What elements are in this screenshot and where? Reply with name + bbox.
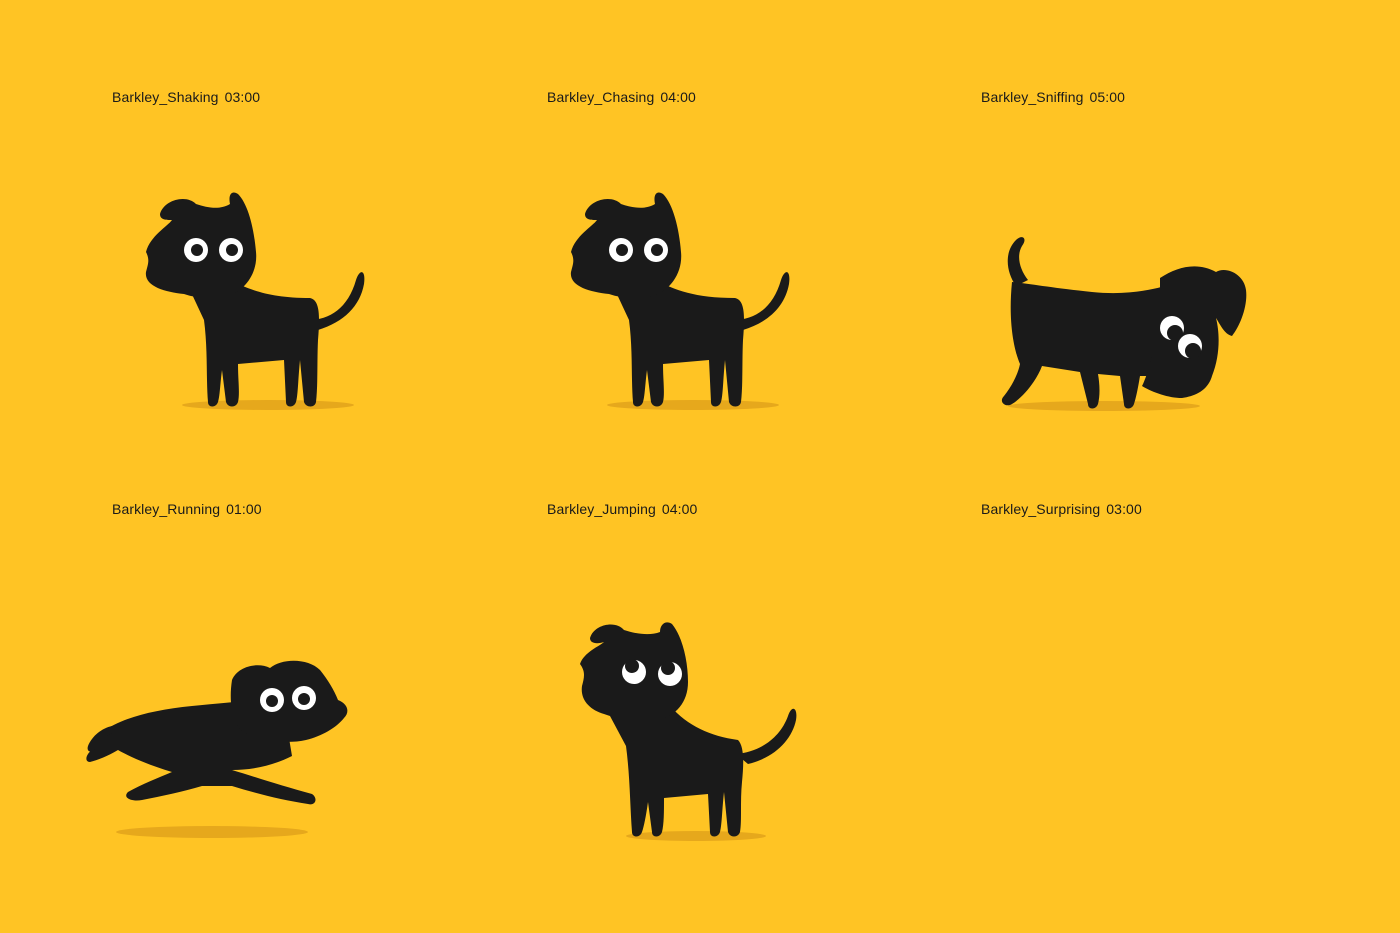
animation-duration: 01:00 — [226, 501, 262, 517]
animation-card-shaking[interactable]: Barkley_Shaking 03:00 — [0, 0, 466, 466]
animation-card-sniffing[interactable]: Barkley_Sniffing 05:00 — [932, 0, 1400, 466]
ground-shadow — [1008, 401, 1200, 411]
animation-label: Barkley_Jumping 04:00 — [547, 501, 697, 517]
animation-name: Barkley_Jumping — [547, 501, 656, 517]
animation-name: Barkley_Shaking — [112, 89, 219, 105]
dog-body — [615, 280, 745, 407]
dog-body — [610, 706, 744, 837]
animation-duration: 03:00 — [1106, 501, 1142, 517]
dog-sniffing-illustration — [1001, 237, 1247, 411]
ground-shadow — [182, 400, 354, 410]
animation-card-jumping[interactable]: Barkley_Jumping 04:00 — [466, 466, 932, 933]
animation-name: Barkley_Sniffing — [981, 89, 1084, 105]
animation-label: Barkley_Shaking 03:00 — [112, 89, 260, 105]
animation-name: Barkley_Running — [112, 501, 221, 517]
animation-duration: 03:00 — [224, 89, 261, 105]
animation-card-running[interactable]: Barkley_Running 01:00 — [0, 466, 466, 933]
animation-name: Barkley_Chasing — [547, 89, 655, 105]
animation-duration: 05:00 — [1089, 89, 1126, 105]
animation-card-chasing[interactable]: Barkley_Chasing 04:00 — [466, 0, 932, 466]
dog-standing-illustration — [145, 192, 365, 410]
dog-running-illustration — [86, 660, 348, 838]
animation-label: Barkley_Running 01:00 — [112, 501, 262, 517]
ground-shadow — [116, 826, 308, 838]
animation-label: Barkley_Sniffing 05:00 — [981, 89, 1125, 105]
dog-body — [190, 280, 320, 407]
ground-shadow — [626, 831, 766, 841]
dog-head — [1142, 266, 1247, 398]
dog-tail — [1007, 237, 1028, 286]
animation-label: Barkley_Surprising 03:00 — [981, 501, 1142, 517]
animation-label: Barkley_Chasing 04:00 — [547, 89, 696, 105]
animation-duration: 04:00 — [661, 501, 698, 517]
dog-head — [230, 660, 348, 742]
animation-card-surprising[interactable]: Barkley_Surprising 03:00 — [932, 466, 1400, 933]
dog-standing-illustration — [570, 192, 790, 410]
ground-shadow — [607, 400, 779, 410]
animation-duration: 04:00 — [660, 89, 696, 105]
animation-name: Barkley_Surprising — [981, 501, 1101, 517]
dog-jumping-illustration — [580, 622, 797, 841]
dog-tail — [736, 708, 797, 764]
